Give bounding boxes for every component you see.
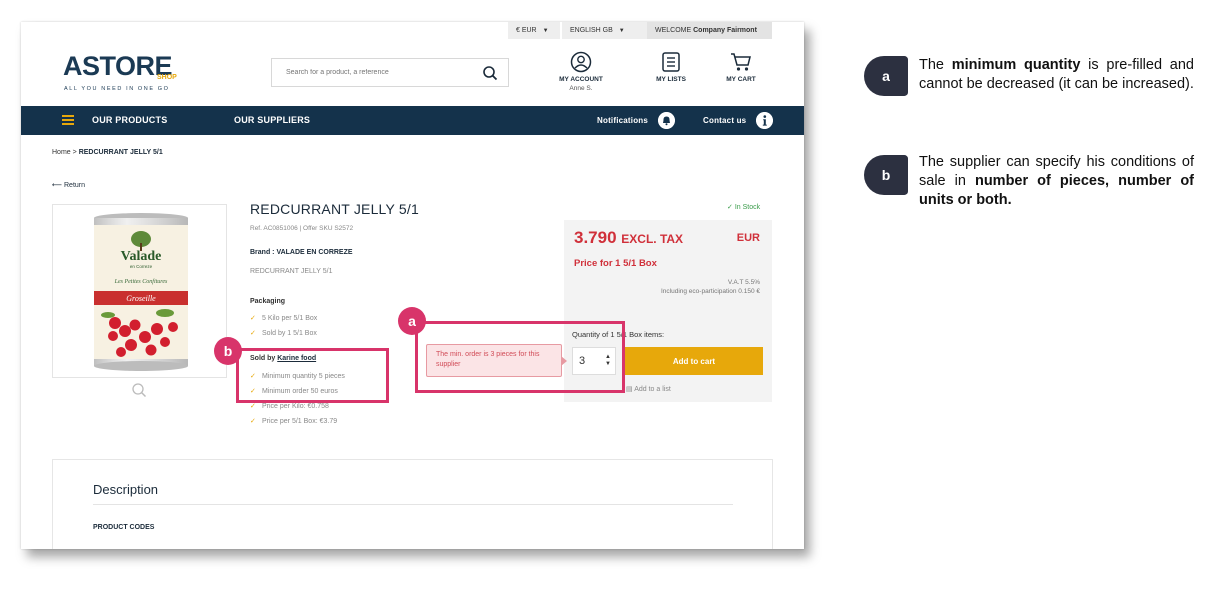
- vat-info: V.A.T 5.5% Including eco-participation 0.…: [660, 279, 760, 295]
- caret-down-icon: ▼: [542, 28, 549, 34]
- my-lists-link[interactable]: MY LISTS: [649, 51, 693, 83]
- cart-icon: [731, 53, 751, 71]
- callout-badge-b: b: [214, 337, 242, 365]
- breadcrumb: Home > REDCURRANT JELLY 5/1: [52, 149, 163, 156]
- product-reference: Ref. AC0851006 | Offer SKU S2572: [250, 225, 354, 232]
- product-title: REDCURRANT JELLY 5/1: [250, 201, 419, 217]
- arrow-left-icon: ⟵: [52, 182, 63, 189]
- description-section: Description PRODUCT CODES: [52, 459, 773, 549]
- price-unit: Price for 1 5/1 Box: [574, 258, 657, 269]
- search-box: [271, 58, 509, 87]
- svg-text:Les Petites Confitures: Les Petites Confitures: [114, 278, 168, 285]
- product-codes-title: PRODUCT CODES: [93, 524, 155, 531]
- add-to-list-link[interactable]: ▤ Add to a list: [626, 385, 671, 393]
- language-selector[interactable]: ENGLISH GB ▼: [562, 22, 647, 39]
- list-item: ✓ Price per 5/1 Box: €3.79: [250, 414, 345, 429]
- my-account-link[interactable]: MY ACCOUNT Anne S.: [553, 51, 609, 92]
- welcome-message: WELCOME Company Fairmont: [647, 22, 772, 39]
- description-title: Description: [93, 482, 159, 497]
- menu-icon[interactable]: [62, 115, 74, 125]
- product-brand: Brand : VALADE EN CORREZE: [250, 249, 353, 256]
- caret-down-icon: ▼: [618, 28, 625, 34]
- note-badge-b: b: [864, 155, 908, 195]
- callout-badge-a: a: [398, 307, 426, 335]
- bell-icon[interactable]: [658, 112, 675, 129]
- my-cart-link[interactable]: MY CART: [719, 51, 763, 83]
- svg-text:Groseille: Groseille: [126, 294, 156, 303]
- screenshot-window: € EUR ▼ ENGLISH GB ▼ WELCOME Company Fairm…: [21, 22, 804, 549]
- packaging-title: Packaging: [250, 298, 286, 305]
- packaging-list: ✓ 5 Kilo per 5/1 Box ✓ Sold by 1 5/1 Box: [250, 311, 317, 341]
- site-logo[interactable]: ASTORE SHOP ALL YOU NEED IN ONE GO: [63, 51, 193, 95]
- divider: [93, 504, 733, 505]
- search-input[interactable]: [272, 59, 472, 86]
- main-navigation: OUR PRODUCTS OUR SUPPLIERS Notifications…: [21, 106, 804, 135]
- breadcrumb-home[interactable]: Home: [52, 149, 71, 156]
- product-short-description: REDCURRANT JELLY 5/1: [250, 268, 333, 275]
- stock-status: ✓ In Stock: [727, 204, 761, 211]
- nav-notifications[interactable]: Notifications: [597, 106, 648, 135]
- highlight-box-b: [236, 348, 389, 403]
- return-link[interactable]: ⟵ Return: [52, 181, 85, 189]
- info-icon[interactable]: [756, 112, 773, 129]
- add-to-cart-button[interactable]: Add to cart: [625, 347, 763, 375]
- search-icon[interactable]: [482, 65, 498, 81]
- user-icon: [570, 51, 592, 73]
- check-icon: ✓: [250, 418, 256, 425]
- list-item: ✓ Sold by 1 5/1 Box: [250, 326, 317, 341]
- nav-contact-us[interactable]: Contact us: [703, 106, 746, 135]
- svg-text:en Correze: en Correze: [130, 264, 153, 269]
- svg-text:Valade: Valade: [121, 249, 162, 264]
- site-header: ASTORE SHOP ALL YOU NEED IN ONE GO MY AC…: [21, 39, 804, 106]
- highlight-box-a: [415, 321, 625, 393]
- check-icon: ✓: [727, 204, 733, 211]
- price-currency: EUR: [736, 232, 760, 244]
- nav-our-products[interactable]: OUR PRODUCTS: [92, 106, 167, 135]
- note-text-a: The minimum quantity is pre-filled and c…: [919, 57, 1194, 92]
- list-item: ✓ 5 Kilo per 5/1 Box: [250, 311, 317, 326]
- check-icon: ✓: [250, 330, 256, 337]
- zoom-icon[interactable]: [131, 382, 147, 398]
- note-text-b: The supplier can specify his conditions …: [919, 154, 1194, 208]
- breadcrumb-current: REDCURRANT JELLY 5/1: [78, 149, 163, 156]
- top-utility-bar: € EUR ▼ ENGLISH GB ▼ WELCOME Company Fairm…: [21, 22, 804, 39]
- price: 3.790 EXCL. TAX: [574, 228, 684, 247]
- list-icon: ▤: [626, 386, 633, 393]
- note-badge-a: a: [864, 56, 908, 96]
- product-image[interactable]: Valade en Correze Les Petites Confitures…: [52, 204, 227, 378]
- list-icon: [662, 52, 680, 72]
- check-icon: ✓: [250, 315, 256, 322]
- nav-our-suppliers[interactable]: OUR SUPPLIERS: [234, 106, 310, 135]
- currency-selector[interactable]: € EUR ▼: [508, 22, 560, 39]
- jar-illustration: Valade en Correze Les Petites Confitures…: [94, 213, 188, 371]
